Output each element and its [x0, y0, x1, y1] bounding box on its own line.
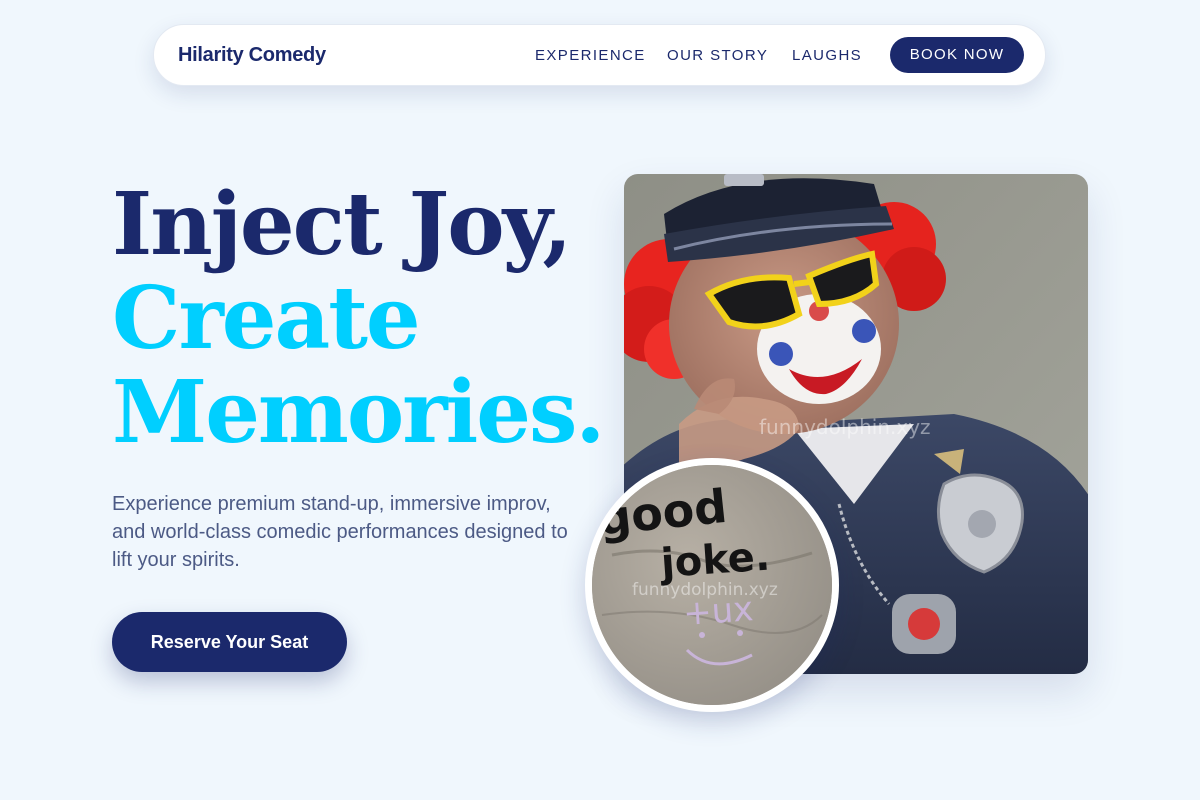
- graffiti-circle-photo: good joke. +ux funnydolphin.xyz: [585, 458, 839, 712]
- book-now-button[interactable]: BOOK NOW: [890, 37, 1024, 73]
- hero-description: Experience premium stand-up, immersive i…: [112, 493, 568, 571]
- top-navbar: Hilarity Comedy EXPERIENCE OUR STORY LAU…: [153, 24, 1046, 86]
- headline-line-1: Inject Joy,: [112, 174, 572, 275]
- nav-link-experience[interactable]: EXPERIENCE: [535, 47, 646, 64]
- photo-watermark: funnydolphin.xyz: [759, 415, 931, 439]
- nav-link-laughs[interactable]: LAUGHS: [792, 47, 862, 64]
- hero-headline: Inject Joy, Create Memories.: [112, 174, 605, 463]
- circle-watermark: funnydolphin.xyz: [632, 580, 778, 600]
- reserve-seat-button[interactable]: Reserve Your Seat: [112, 612, 347, 672]
- headline-line-3: Memories.: [112, 362, 605, 463]
- headline-line-2: Create: [112, 268, 421, 369]
- nav-link-our-story[interactable]: OUR STORY: [667, 47, 768, 64]
- brand-logo[interactable]: Hilarity Comedy: [178, 44, 326, 67]
